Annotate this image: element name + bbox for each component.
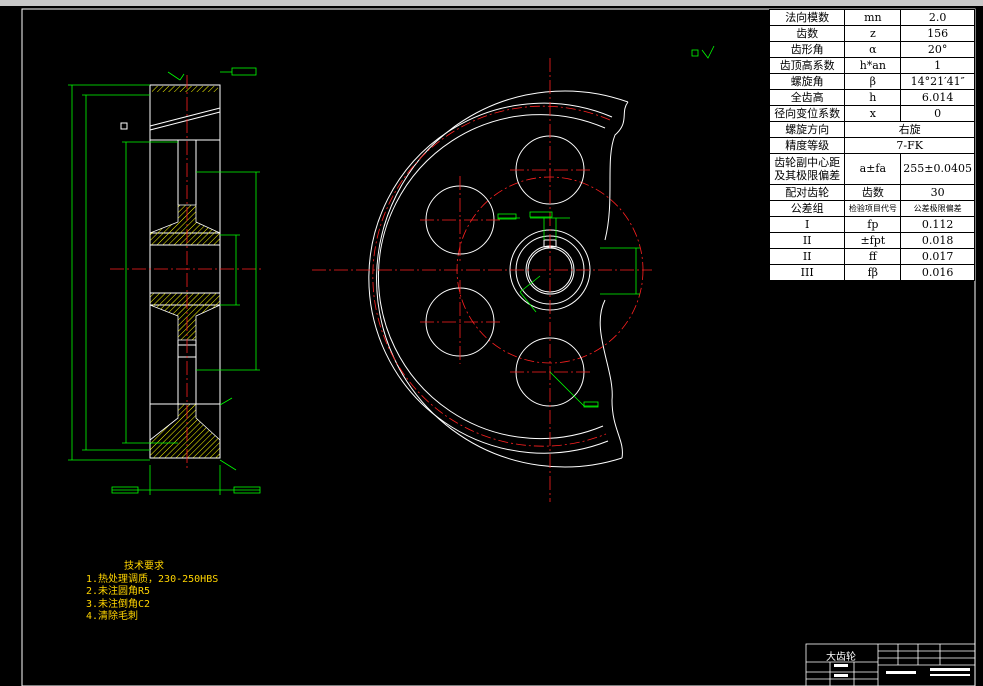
spiral-direction-row: 螺旋方向 右旋 — [768, 121, 975, 138]
param-label: 齿顶高系数 — [768, 57, 846, 74]
tolerance-symbol: fβ — [844, 264, 902, 281]
precision-value: 7-FK — [844, 137, 975, 154]
notes-title: 技术要求 — [124, 561, 164, 572]
param-label: 螺旋角 — [768, 73, 846, 90]
precision-label: 精度等级 — [768, 137, 846, 154]
center-value: 255±0.0405 — [900, 153, 975, 185]
marker-square — [120, 122, 128, 130]
param-label: 齿数 — [768, 25, 846, 42]
tolerance-value: 0.017 — [900, 248, 975, 265]
tolerance-symbol: ff — [844, 248, 902, 265]
mating-value: 30 — [900, 184, 975, 201]
param-symbol: α — [844, 41, 902, 58]
tolerance-value: 0.016 — [900, 264, 975, 281]
param-row: 齿顶高系数 h*an 1 — [768, 57, 975, 74]
front-view — [368, 90, 644, 468]
note-item: 3.未注倒角C2 — [86, 598, 151, 610]
spiral-label: 螺旋方向 — [768, 121, 846, 138]
param-row: 全齿高 h 6.014 — [768, 89, 975, 106]
param-value: 156 — [900, 25, 975, 42]
front-centerlines — [312, 58, 652, 502]
group-col3: 公差极限偏差 — [900, 200, 975, 217]
tolerance-header-row: 公差组 检验项目代号 公差极限偏差 — [768, 200, 975, 217]
param-value: 20° — [900, 41, 975, 58]
param-label: 全齿高 — [768, 89, 846, 106]
tolerance-group: II — [768, 232, 846, 249]
tolerance-value: 0.018 — [900, 232, 975, 249]
param-row: 齿数 z 156 — [768, 25, 975, 42]
tolerance-symbol: ±fpt — [844, 232, 902, 249]
mating-gear-row: 配对齿轮 齿数 30 — [768, 184, 975, 201]
part-name: 大齿轮 — [826, 652, 856, 663]
param-symbol: h*an — [844, 57, 902, 74]
technical-requirements: 技术要求 1.热处理调质，230-250HBS 2.未注圆角R5 3.未注倒角C2 4… — [86, 561, 218, 624]
param-value: 14°21′41″ — [900, 73, 975, 90]
tolerance-group: III — [768, 264, 846, 281]
tolerance-row: Ifp 0.112 — [768, 216, 975, 233]
param-symbol: z — [844, 25, 902, 42]
param-row: 齿形角 α 20° — [768, 41, 975, 58]
title-block-fills — [834, 664, 970, 677]
precision-row: 精度等级 7-FK — [768, 137, 975, 154]
note-item: 1.热处理调质，230-250HBS — [86, 573, 219, 585]
param-symbol: β — [844, 73, 902, 90]
tolerance-symbol: fp — [844, 216, 902, 233]
param-value: 6.014 — [900, 89, 975, 106]
param-value: 1 — [900, 57, 975, 74]
param-label: 法向模数 — [768, 9, 846, 26]
section-view — [120, 84, 221, 459]
center-label: 齿轮副中心距 及其极限偏差 — [768, 153, 846, 185]
param-label: 径向变位系数 — [768, 105, 846, 122]
center-symbol: a±fa — [844, 153, 902, 185]
spiral-value: 右旋 — [844, 121, 975, 138]
gear-parameters-table: 法向模数 mn 2.0 齿数 z 156 齿形角 α 20° 齿顶高系数 h*an 1 螺旋角 β 14°2… — [768, 9, 975, 281]
tolerance-row: II ff 0.017 — [768, 248, 975, 265]
note-item: 4.清除毛刺 — [86, 611, 139, 622]
tolerance-group: II — [768, 248, 846, 265]
mating-sub: 齿数 — [844, 184, 902, 201]
param-symbol: h — [844, 89, 902, 106]
param-value: 2.0 — [900, 9, 975, 26]
tolerance-group: I — [768, 216, 846, 233]
param-value: 0 — [900, 105, 975, 122]
tolerance-value: 0.112 — [900, 216, 975, 233]
param-symbol: mn — [844, 9, 902, 26]
param-label: 齿形角 — [768, 41, 846, 58]
mating-label: 配对齿轮 — [768, 184, 846, 201]
tolerance-row: II ±fpt 0.018 — [768, 232, 975, 249]
group-label: 公差组 — [768, 200, 846, 217]
roughness-symbol — [691, 45, 715, 59]
param-row: 螺旋角 β 14°21′41″ — [768, 73, 975, 90]
param-symbol: x — [844, 105, 902, 122]
gear-outer-circle — [376, 90, 629, 468]
group-col2: 检验项目代号 — [844, 200, 902, 217]
center-distance-row: 齿轮副中心距 及其极限偏差 a±fa 255±0.0405 — [768, 153, 975, 185]
note-item: 2.未注圆角R5 — [86, 586, 151, 597]
param-row: 径向变位系数 x 0 — [768, 105, 975, 122]
param-row: 法向模数 mn 2.0 — [768, 9, 975, 26]
rim-outline — [149, 84, 221, 459]
tolerance-row: III fβ 0.016 — [768, 264, 975, 281]
